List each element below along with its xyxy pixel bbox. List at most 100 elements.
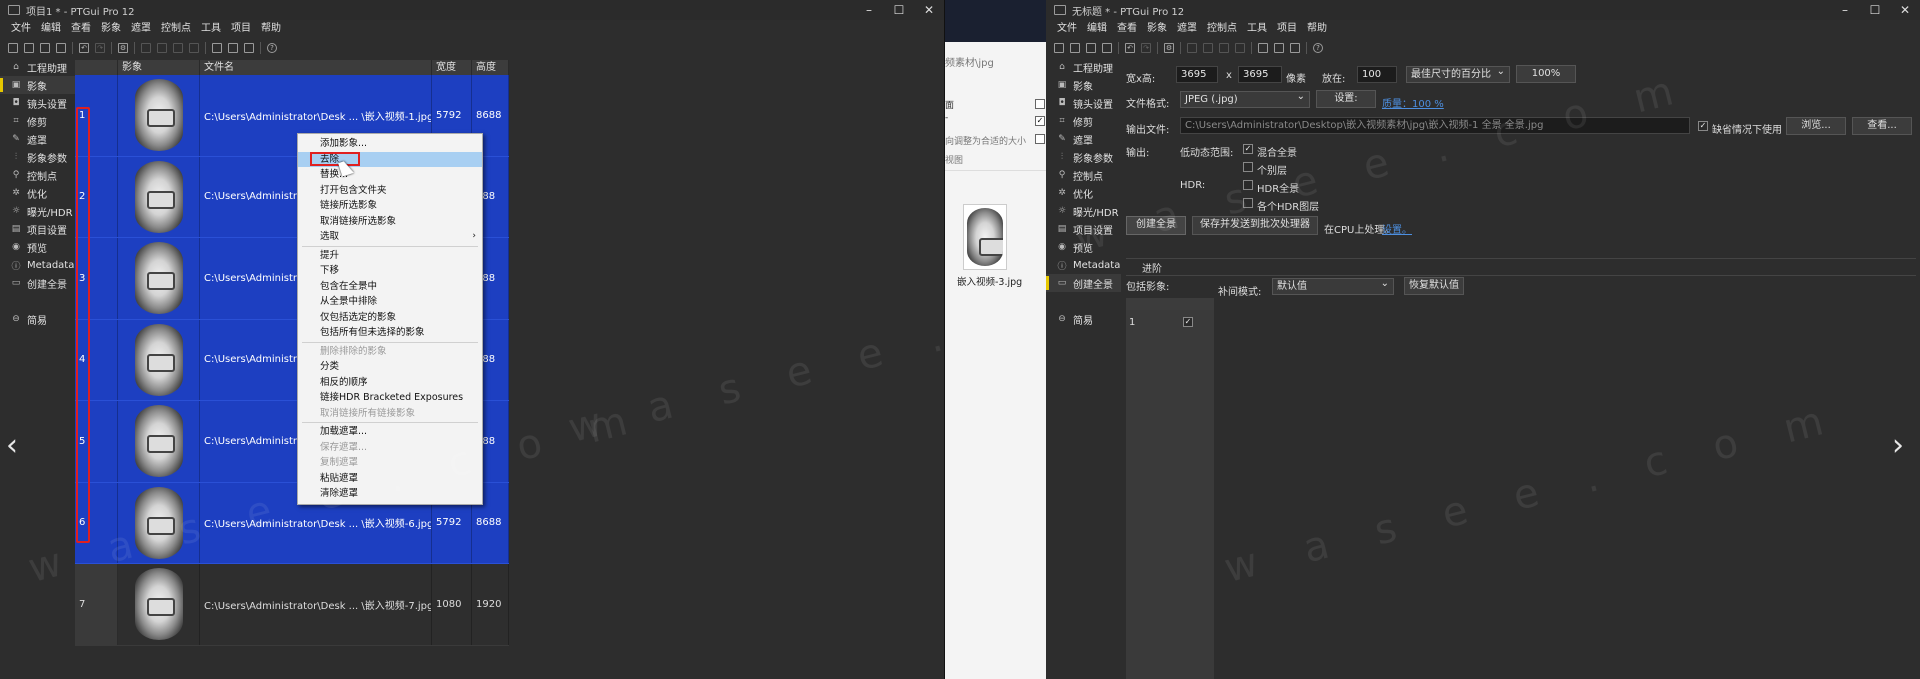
- sidebar-item-lens-settings[interactable]: ◘ 镜头设置: [0, 94, 75, 112]
- chevron-right-icon[interactable]: ›: [1892, 428, 1904, 463]
- sidebar-item-images[interactable]: ▣ 影象: [1046, 76, 1121, 94]
- menu-control-points[interactable]: 控制点: [1202, 21, 1242, 37]
- menu-item-exclude[interactable]: 从全景中排除: [298, 294, 482, 310]
- col-header-filename[interactable]: 文件名: [200, 60, 432, 75]
- sidebar-item-optimize[interactable]: ✲ 优化: [0, 184, 75, 202]
- explorer-checkbox[interactable]: ✓: [1035, 116, 1045, 126]
- menu-item-link-hdr[interactable]: 链接HDR Bracketed Exposures: [298, 390, 482, 406]
- menu-item-link-selected[interactable]: 链接所选影象: [298, 198, 482, 214]
- open-icon[interactable]: [1070, 43, 1080, 53]
- menu-images[interactable]: 影象: [1142, 21, 1172, 37]
- layers-icon[interactable]: [212, 43, 222, 53]
- menu-item-open-folder[interactable]: 打开包含文件夹: [298, 183, 482, 199]
- sidebar-item-image-params[interactable]: ⫶ 影象参数: [0, 148, 75, 166]
- menu-item-select[interactable]: 选取 ›: [298, 229, 482, 245]
- sidebar-item-control-points[interactable]: ⚲ 控制点: [0, 166, 75, 184]
- menu-images[interactable]: 影象: [96, 21, 126, 37]
- menu-file[interactable]: 文件: [1052, 21, 1082, 37]
- redo-icon[interactable]: ↷: [1141, 43, 1151, 53]
- menu-tools[interactable]: 工具: [1242, 21, 1272, 37]
- menu-item-move-up[interactable]: 提升: [298, 248, 482, 264]
- sidebar-item-project-assistant[interactable]: ⌂ 工程助理: [0, 58, 75, 76]
- sidebar-item-control-points[interactable]: ⚲ 控制点: [1046, 166, 1121, 184]
- bulb-icon[interactable]: [1290, 43, 1300, 53]
- explorer-menu-item[interactable]: 面: [945, 98, 954, 111]
- zoom-in-icon[interactable]: [141, 43, 151, 53]
- col-header-height[interactable]: 高度: [472, 60, 509, 75]
- sidebar-item-lens-settings[interactable]: ◘ 镜头设置: [1046, 94, 1121, 112]
- menu-item-remove[interactable]: 去除: [298, 151, 482, 167]
- sidebar-item-mask[interactable]: ✎ 遮罩: [0, 130, 75, 148]
- menu-tools[interactable]: 工具: [196, 21, 226, 37]
- sidebar-item-optimize[interactable]: ✲ 优化: [1046, 184, 1121, 202]
- explorer-menu-item[interactable]: -: [945, 113, 948, 123]
- copy-icon[interactable]: [1086, 43, 1096, 53]
- menu-item-move-down[interactable]: 下移: [298, 263, 482, 279]
- explorer-menu-item[interactable]: 向调整为合适的大小: [945, 134, 1026, 147]
- new-icon[interactable]: [8, 43, 18, 53]
- menu-project[interactable]: 项目: [226, 21, 256, 37]
- maximize-button[interactable]: ☐: [1860, 0, 1890, 20]
- minimize-button[interactable]: –: [854, 0, 884, 20]
- sidebar-item-crop[interactable]: ⌗ 修剪: [0, 112, 75, 130]
- help-icon[interactable]: ?: [1313, 43, 1323, 53]
- sidebar-item-image-params[interactable]: ⫶ 影象参数: [1046, 148, 1121, 166]
- file-format-dropdown[interactable]: JPEG (.jpg): [1180, 89, 1310, 108]
- width-input[interactable]: 3695: [1176, 66, 1218, 83]
- sidebar-item-preview[interactable]: ◉ 预览: [0, 238, 75, 256]
- quality-link[interactable]: 质量：100 %: [1382, 95, 1444, 110]
- menu-item-include-all-unselected[interactable]: 包括所有但未选择的影象: [298, 325, 482, 341]
- explorer-menu-item[interactable]: 视图: [945, 153, 963, 166]
- save-icon[interactable]: [56, 43, 66, 53]
- zoom-in-icon[interactable]: [1187, 43, 1197, 53]
- menu-item-include[interactable]: 包含在全景中: [298, 279, 482, 295]
- open-icon[interactable]: [24, 43, 34, 53]
- height-input[interactable]: 3695: [1238, 66, 1282, 83]
- menu-view[interactable]: 查看: [66, 21, 96, 37]
- table-icon[interactable]: [1274, 43, 1284, 53]
- menu-item-add-images[interactable]: 添加影象...: [298, 136, 482, 152]
- menu-mask[interactable]: 遮罩: [1172, 21, 1202, 37]
- use-default-checkbox[interactable]: ✓: [1698, 121, 1708, 131]
- menu-project[interactable]: 项目: [1272, 21, 1302, 37]
- table-icon[interactable]: [228, 43, 238, 53]
- cpu-settings-link[interactable]: 设置。: [1382, 221, 1412, 236]
- menu-item-sort[interactable]: 分类: [298, 359, 482, 375]
- layers-icon[interactable]: [1258, 43, 1268, 53]
- sidebar-item-mask[interactable]: ✎ 遮罩: [1046, 130, 1121, 148]
- sidebar-item-metadata[interactable]: ⓘ Metadata: [0, 256, 75, 274]
- minimize-button[interactable]: –: [1830, 0, 1860, 20]
- menu-item-unlink-selected[interactable]: 取消链接所选影象: [298, 214, 482, 230]
- sidebar-item-create-panorama[interactable]: ▭ 创建全景: [1046, 274, 1121, 292]
- menu-edit[interactable]: 编辑: [36, 21, 66, 37]
- sidebar-item-simple[interactable]: ⊖ 简易: [1046, 310, 1121, 328]
- undo-icon[interactable]: ↶: [79, 43, 89, 53]
- settings-button[interactable]: 设置:: [1316, 90, 1376, 108]
- menu-item-include-only-selected[interactable]: 仅包括选定的影象: [298, 310, 482, 326]
- menu-item-replace[interactable]: 替换...: [298, 167, 482, 183]
- menu-help[interactable]: 帮助: [1302, 21, 1332, 37]
- percent-100-button[interactable]: 100%: [1516, 65, 1576, 83]
- include-row-checkbox[interactable]: ✓: [1183, 317, 1193, 327]
- explorer-checkbox[interactable]: [1035, 99, 1045, 109]
- zoom-out-icon[interactable]: [1203, 43, 1213, 53]
- table-row[interactable]: 7 C:\Users\Administrator\Desk ... \嵌入视频-…: [75, 564, 509, 646]
- sidebar-item-exposure-hdr[interactable]: ☼ 曝光/HDR: [0, 202, 75, 220]
- next-icon[interactable]: [189, 43, 199, 53]
- col-header-width[interactable]: 宽度: [432, 60, 472, 75]
- zoom-out-icon[interactable]: [157, 43, 167, 53]
- view-button[interactable]: 查看...: [1852, 117, 1912, 135]
- close-button[interactable]: ✕: [914, 0, 944, 20]
- prev-icon[interactable]: [173, 43, 183, 53]
- blend-panorama-checkbox[interactable]: ✓: [1243, 144, 1253, 154]
- col-header-index[interactable]: [75, 60, 118, 75]
- menu-file[interactable]: 文件: [6, 21, 36, 37]
- menu-help[interactable]: 帮助: [256, 21, 286, 37]
- sidebar-item-create-panorama[interactable]: ▭ 创建全景: [0, 274, 75, 292]
- menu-item-reverse-order[interactable]: 相反的顺序: [298, 375, 482, 391]
- individual-layers-checkbox[interactable]: [1243, 162, 1253, 172]
- explorer-file-thumbnail[interactable]: [963, 204, 1007, 270]
- explorer-file-name[interactable]: 嵌入视频-3.jpg: [957, 274, 1022, 288]
- scale-input[interactable]: 100: [1357, 66, 1397, 83]
- new-icon[interactable]: [1054, 43, 1064, 53]
